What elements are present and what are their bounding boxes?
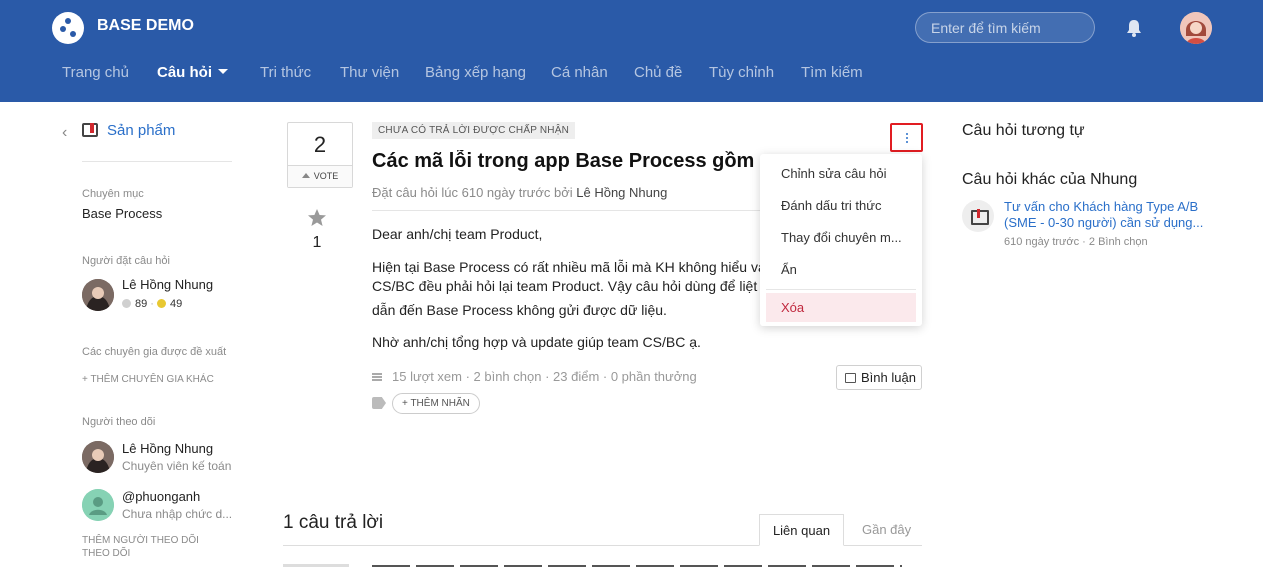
book-icon <box>82 123 98 137</box>
nav-leaderboard[interactable]: Bảng xếp hạng <box>425 64 526 81</box>
more-options-button[interactable] <box>890 123 923 152</box>
other-questions-heading: Câu hỏi khác của Nhung <box>962 171 1138 188</box>
question-meta: Đặt câu hỏi lúc 610 ngày trước bởi Lê Hồ… <box>372 185 667 200</box>
nav-questions[interactable]: Câu hỏi <box>157 64 228 81</box>
similar-questions-heading: Câu hỏi tương tự <box>962 122 1085 139</box>
nav-questions-label: Câu hỏi <box>157 64 212 81</box>
add-follower-link[interactable]: THÊM NGƯỜI THEO DÕI THEO DÕI <box>82 534 202 560</box>
kebab-dot <box>906 137 908 139</box>
user-avatar[interactable] <box>1180 12 1212 44</box>
menu-change-topic[interactable]: Thay đổi chuyên m... <box>781 230 906 245</box>
topic-value[interactable]: Base Process <box>82 206 162 221</box>
vote-box: 2 VOTE <box>287 122 353 188</box>
comment-button[interactable]: Bình luận <box>836 365 922 390</box>
menu-mark-knowledge[interactable]: Đánh dấu tri thức <box>781 198 906 213</box>
follower-title: Chưa nhập chức d... <box>122 507 233 521</box>
category-link[interactable]: Sản phẩm <box>107 122 175 139</box>
logo-icon[interactable] <box>52 12 84 44</box>
chevron-down-icon <box>218 69 228 74</box>
kebab-dot <box>906 141 908 143</box>
question-author[interactable]: Lê Hồng Nhung <box>576 185 667 200</box>
asker-name[interactable]: Lê Hồng Nhung <box>122 277 213 292</box>
search-input[interactable]: Enter để tìm kiếm <box>915 12 1095 43</box>
related-question-meta: 610 ngày trước · 2 Bình chọn <box>1004 236 1148 248</box>
comment-button-label: Bình luận <box>861 370 916 385</box>
star-icon[interactable] <box>307 208 327 228</box>
follower-title: Chuyên viên kế toán <box>122 459 232 473</box>
menu-delete[interactable]: Xóa <box>766 293 916 322</box>
asker-avatar[interactable] <box>82 279 114 311</box>
nav-search[interactable]: Tìm kiếm <box>801 64 863 81</box>
answer-text <box>372 560 912 567</box>
list-icon <box>372 373 382 381</box>
menu-hide[interactable]: Ẩn <box>781 262 906 277</box>
experts-heading: Các chuyên gia được đề xuất <box>82 346 227 358</box>
book-icon <box>962 200 994 232</box>
topic-heading: Chuyên mục <box>82 188 144 200</box>
back-chevron-icon[interactable]: ‹ <box>62 124 67 142</box>
asker-points: 89 · 49 <box>122 298 182 310</box>
add-tag-button[interactable]: + THÊM NHÃN <box>392 393 480 414</box>
nav-home[interactable]: Trang chủ <box>62 64 129 81</box>
status-badge: CHƯA CÓ TRẢ LỜI ĐƯỢC CHẤP NHẬN <box>372 122 575 139</box>
body-line: Dear anh/chị team Product, <box>372 226 543 242</box>
tag-icon <box>372 397 386 409</box>
answers-heading: 1 câu trả lời <box>283 512 384 533</box>
tab-recent[interactable]: Gần đây <box>862 522 911 537</box>
kebab-dot <box>906 133 908 135</box>
options-menu: Chỉnh sửa câu hỏi Đánh dấu tri thức Thay… <box>760 154 922 326</box>
asker-heading: Người đặt câu hỏi <box>82 255 170 267</box>
nav-personal[interactable]: Cá nhân <box>551 64 608 81</box>
asker-silver: 89 <box>135 298 148 310</box>
question-meta-prefix: Đặt câu hỏi lúc 610 ngày trước bởi <box>372 185 573 200</box>
gold-badge-icon <box>157 299 167 308</box>
question-stats: 15 lượt xem · 2 bình chọn · 23 điểm · 0 … <box>392 369 697 384</box>
followers-heading: Người theo dõi <box>82 416 156 428</box>
nav-topics[interactable]: Chủ đề <box>634 64 682 81</box>
nav-customize[interactable]: Tùy chỉnh <box>709 64 774 81</box>
menu-edit-question[interactable]: Chỉnh sửa câu hỏi <box>781 166 906 181</box>
star-count: 1 <box>312 234 322 251</box>
asker-gold: 49 <box>170 298 183 310</box>
top-bar: BASE DEMO Enter để tìm kiếm Trang chủ Câ… <box>0 0 1263 102</box>
body-line: dẫn đến Base Process không gửi được dữ l… <box>372 302 667 318</box>
comment-icon <box>845 373 856 383</box>
body-line: Nhờ anh/chị tổng hợp và update giúp team… <box>372 334 701 350</box>
bell-icon[interactable] <box>1125 18 1143 38</box>
silver-badge-icon <box>122 299 131 308</box>
menu-divider <box>766 289 916 290</box>
nav-library[interactable]: Thư viện <box>340 64 399 81</box>
follower-avatar[interactable] <box>82 489 114 521</box>
body-line: CS/BC đều phải hỏi lại team Product. Vậy… <box>372 278 769 294</box>
vote-count: 2 <box>313 132 327 157</box>
vote-button[interactable]: VOTE <box>288 165 352 187</box>
follower-avatar[interactable] <box>82 441 114 473</box>
related-question-link[interactable]: Tư vấn cho Khách hàng Type A/B (SME - 0-… <box>1004 199 1204 231</box>
menu-delete-label: Xóa <box>781 300 805 315</box>
add-expert-link[interactable]: + THÊM CHUYÊN GIA KHÁC <box>82 374 214 385</box>
follower-name[interactable]: @phuonganh <box>122 489 200 504</box>
question-title: Các mã lỗi trong app Base Process gồm nh… <box>372 150 764 172</box>
tab-related[interactable]: Liên quan <box>759 514 844 546</box>
nav-knowledge[interactable]: Tri thức <box>260 64 311 81</box>
follower-name[interactable]: Lê Hồng Nhung <box>122 441 213 456</box>
divider <box>82 161 232 162</box>
brand-name[interactable]: BASE DEMO <box>97 17 194 35</box>
